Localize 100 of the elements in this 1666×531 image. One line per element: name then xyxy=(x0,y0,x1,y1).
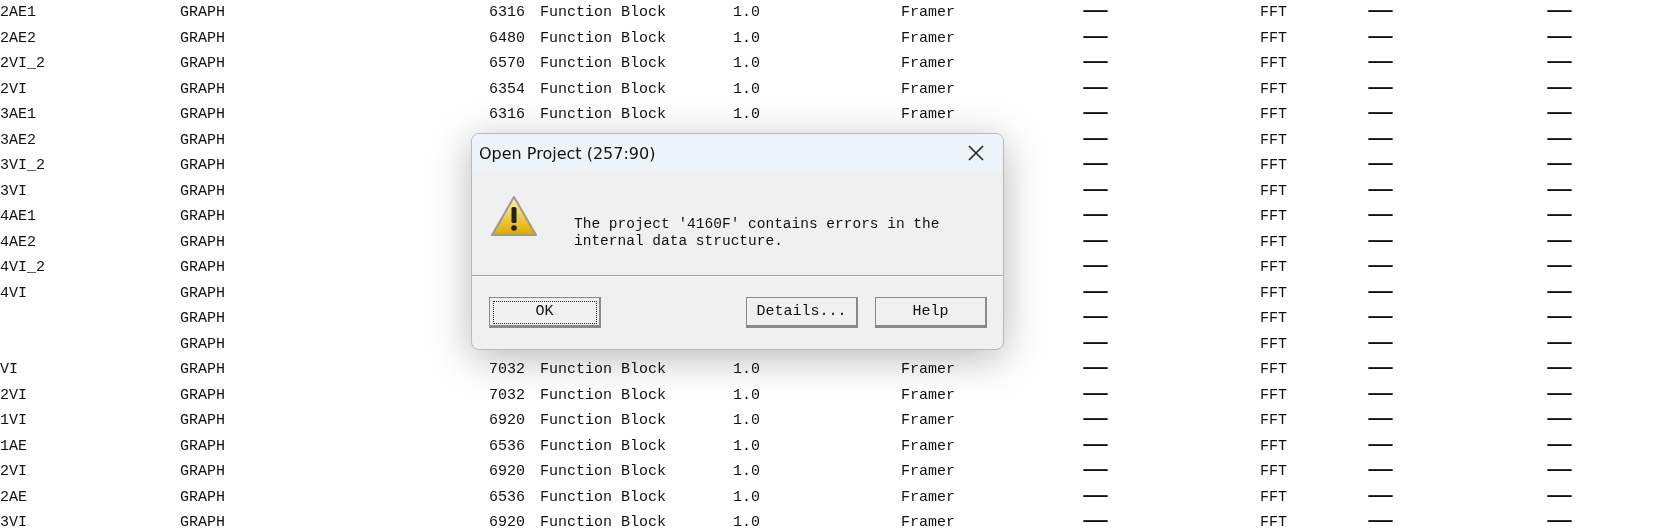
table-cell: Framer xyxy=(901,106,955,124)
table-cell: 2AE2 xyxy=(0,29,36,47)
table-cell: FFT xyxy=(1260,361,1287,379)
table-cell: 6920 xyxy=(489,463,525,481)
dash-cell: — xyxy=(1546,20,1573,48)
table-cell: 3VI xyxy=(0,514,27,531)
table-cell: GRAPH xyxy=(180,335,225,353)
table-cell: Function Block xyxy=(540,29,667,47)
dash-cell: — xyxy=(1082,352,1109,380)
table-cell: FFT xyxy=(1260,80,1287,98)
table-cell: FFT xyxy=(1260,463,1287,481)
dash-cell: — xyxy=(1367,326,1394,354)
dialog-button[interactable]: Details... xyxy=(746,296,858,328)
table-cell: Framer xyxy=(901,386,955,404)
table-cell: 1.0 xyxy=(733,106,760,124)
table-cell: GRAPH xyxy=(180,437,225,455)
dash-cell: — xyxy=(1367,377,1394,405)
dash-cell: — xyxy=(1546,122,1573,150)
table-cell: GRAPH xyxy=(180,284,225,302)
close-icon[interactable] xyxy=(967,144,985,162)
dash-cell: — xyxy=(1367,97,1394,125)
table-cell: Function Block xyxy=(540,80,667,98)
dash-cell: — xyxy=(1367,505,1394,531)
dash-cell: — xyxy=(1546,46,1573,74)
table-cell: FFT xyxy=(1260,106,1287,124)
table-cell: FFT xyxy=(1260,437,1287,455)
table-cell: 2VI xyxy=(0,386,27,404)
table-cell: 6536 xyxy=(489,437,525,455)
table-cell: 1.0 xyxy=(733,514,760,531)
dash-cell: — xyxy=(1082,275,1109,303)
dash-cell: — xyxy=(1546,71,1573,99)
dash-cell: — xyxy=(1367,428,1394,456)
table-cell: Function Block xyxy=(540,55,667,73)
dash-cell: — xyxy=(1367,20,1394,48)
dash-cell: — xyxy=(1082,0,1109,23)
table-cell: GRAPH xyxy=(180,157,225,175)
table-cell: 1.0 xyxy=(733,361,760,379)
table-cell: 1.0 xyxy=(733,29,760,47)
table-cell: 2VI xyxy=(0,463,27,481)
dash-cell: — xyxy=(1546,224,1573,252)
table-cell: Framer xyxy=(901,514,955,531)
table-cell: 6920 xyxy=(489,412,525,430)
table-cell: FFT xyxy=(1260,259,1287,277)
table-cell: GRAPH xyxy=(180,233,225,251)
dialog-button[interactable]: Help xyxy=(875,296,987,328)
error-message: The project '4160F' contains errors in the internal data structure. xyxy=(574,216,941,250)
dash-cell: — xyxy=(1546,275,1573,303)
table-cell: 6316 xyxy=(489,106,525,124)
table-cell: 2VI xyxy=(0,80,27,98)
table-cell: 1.0 xyxy=(733,412,760,430)
table-cell: GRAPH xyxy=(180,55,225,73)
table-cell: GRAPH xyxy=(180,361,225,379)
table-cell: 1AE xyxy=(0,437,27,455)
table-cell: GRAPH xyxy=(180,488,225,506)
table-cell: FFT xyxy=(1260,386,1287,404)
table-cell: FFT xyxy=(1260,4,1287,22)
dash-cell: — xyxy=(1367,275,1394,303)
dialog-button[interactable]: OK xyxy=(489,296,601,328)
dash-cell: — xyxy=(1367,479,1394,507)
dash-cell: — xyxy=(1546,173,1573,201)
table-cell: 7032 xyxy=(489,386,525,404)
dash-cell: — xyxy=(1082,199,1109,227)
table-cell: GRAPH xyxy=(180,29,225,47)
table-cell: Framer xyxy=(901,437,955,455)
table-cell: 1.0 xyxy=(733,386,760,404)
dash-cell: — xyxy=(1082,250,1109,278)
dash-cell: — xyxy=(1546,199,1573,227)
table-cell: FFT xyxy=(1260,514,1287,531)
dash-cell: — xyxy=(1546,505,1573,531)
table-cell: 1.0 xyxy=(733,80,760,98)
dash-cell: — xyxy=(1367,301,1394,329)
table-cell: GRAPH xyxy=(180,514,225,531)
dash-cell: — xyxy=(1546,301,1573,329)
table-cell: Framer xyxy=(901,29,955,47)
table-cell: 6354 xyxy=(489,80,525,98)
table-cell: FFT xyxy=(1260,55,1287,73)
table-cell: 1.0 xyxy=(733,463,760,481)
table-cell: 2AE1 xyxy=(0,4,36,22)
dash-cell: — xyxy=(1082,46,1109,74)
dash-cell: — xyxy=(1082,377,1109,405)
table-cell: 6480 xyxy=(489,29,525,47)
table-cell: Function Block xyxy=(540,437,667,455)
table-cell: 1.0 xyxy=(733,437,760,455)
table-cell: 2AE xyxy=(0,488,27,506)
table-cell: Framer xyxy=(901,412,955,430)
table-cell: FFT xyxy=(1260,29,1287,47)
dash-cell: — xyxy=(1367,352,1394,380)
table-cell: FFT xyxy=(1260,488,1287,506)
dash-cell: — xyxy=(1367,46,1394,74)
table-cell: FFT xyxy=(1260,157,1287,175)
table-cell: Function Block xyxy=(540,386,667,404)
dash-cell: — xyxy=(1082,122,1109,150)
table-cell: GRAPH xyxy=(180,131,225,149)
table-cell: Function Block xyxy=(540,4,667,22)
dash-cell: — xyxy=(1082,454,1109,482)
table-cell: FFT xyxy=(1260,335,1287,353)
dash-cell: — xyxy=(1367,403,1394,431)
table-cell: GRAPH xyxy=(180,80,225,98)
warning-icon xyxy=(490,195,538,237)
table-cell: Framer xyxy=(901,463,955,481)
